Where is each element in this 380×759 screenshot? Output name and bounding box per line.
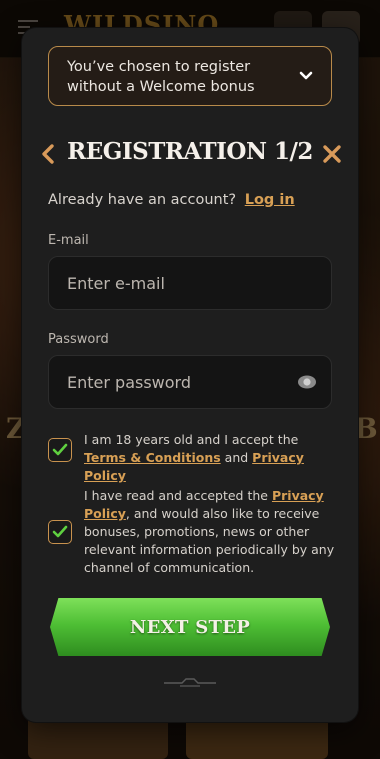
registration-modal: You’ve chosen to register without a Welc… xyxy=(22,28,358,722)
checkmark-icon xyxy=(52,525,68,538)
bonus-select-label: You’ve chosen to register without a Welc… xyxy=(67,59,255,95)
marketing-consent-checkbox[interactable] xyxy=(48,520,72,544)
marketing-consent-text: I have read and accepted the Privacy Pol… xyxy=(84,487,336,577)
bonus-select[interactable]: You’ve chosen to register without a Welc… xyxy=(48,46,332,106)
title-row: REGISTRATION 1/2 xyxy=(22,136,358,172)
close-icon[interactable] xyxy=(320,142,344,166)
login-link[interactable]: Log in xyxy=(245,192,295,208)
age-consent-checkbox[interactable] xyxy=(48,438,72,462)
age-consent-text: I am 18 years old and I accept the Terms… xyxy=(84,431,336,485)
next-step-label: NEXT STEP xyxy=(129,616,251,638)
marketing-consent-prefix: I have read and accepted the xyxy=(84,488,268,503)
terms-link[interactable]: Terms & Conditions xyxy=(84,450,221,465)
next-step-button[interactable]: NEXT STEP xyxy=(50,598,330,656)
email-label: E-mail xyxy=(48,233,89,248)
ornament-divider-icon xyxy=(164,678,216,687)
eye-icon[interactable] xyxy=(297,374,317,390)
email-field[interactable] xyxy=(48,256,332,310)
age-consent-prefix: I am 18 years old and I accept the xyxy=(84,432,299,447)
password-label: Password xyxy=(48,332,109,347)
page-title: REGISTRATION 1/2 xyxy=(67,138,313,165)
chevron-down-icon xyxy=(299,71,313,80)
age-consent-and: and xyxy=(224,450,249,465)
login-prompt: Already have an account? Log in xyxy=(48,192,295,208)
checkmark-icon xyxy=(52,443,68,456)
login-prompt-text: Already have an account? xyxy=(48,192,237,208)
password-field[interactable] xyxy=(48,355,332,409)
